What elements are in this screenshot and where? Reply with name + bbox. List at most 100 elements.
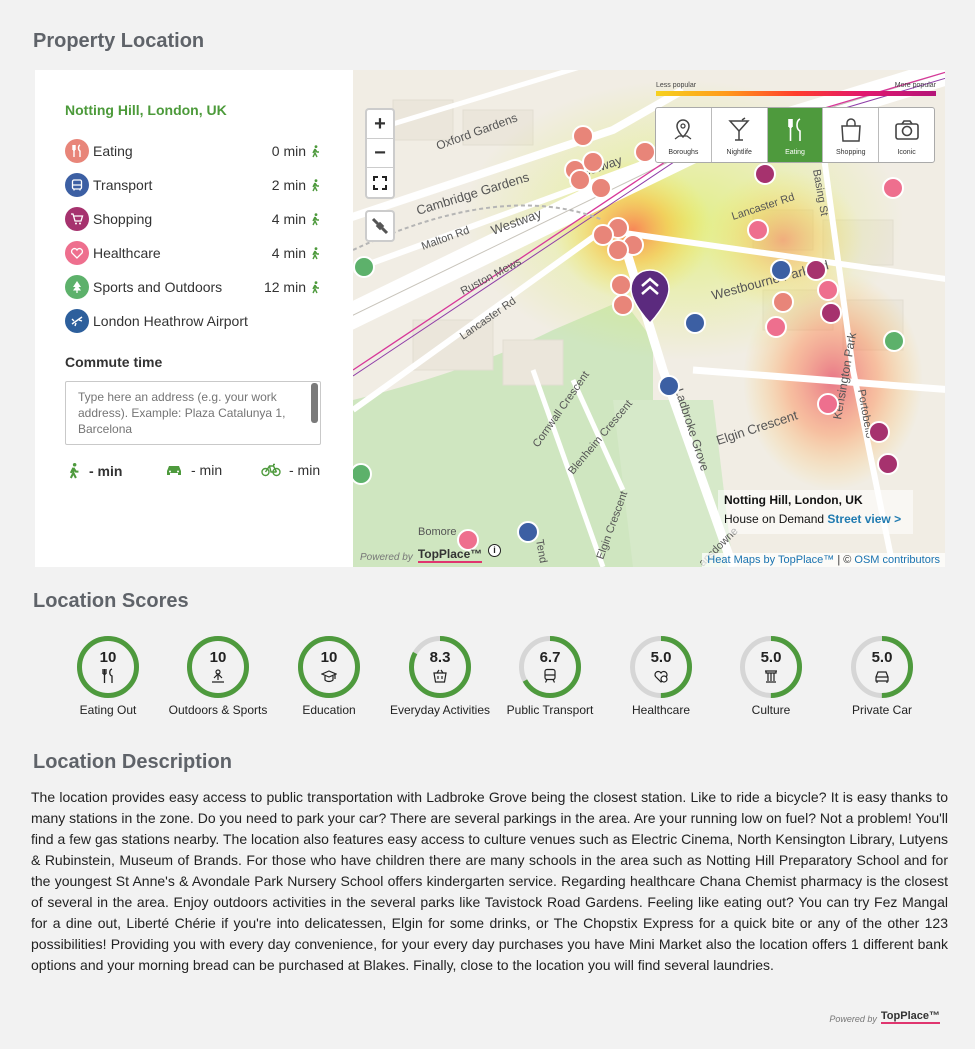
zoom-control: + − bbox=[365, 108, 395, 199]
heart-icon bbox=[65, 241, 89, 265]
score-culture: 5.0 Culture bbox=[715, 635, 827, 717]
cocktail-icon bbox=[728, 117, 750, 141]
legend-less-label: Less popular bbox=[656, 82, 697, 89]
category-nightlife[interactable]: Nightlife bbox=[712, 108, 768, 162]
score-value: 8.3 bbox=[429, 649, 451, 666]
commute-title: Commute time bbox=[65, 354, 163, 370]
heart-care-icon bbox=[654, 670, 668, 683]
map-pin-icon bbox=[675, 119, 692, 140]
bike-time: - min bbox=[289, 462, 321, 478]
amenity-label: Eating bbox=[93, 143, 133, 159]
amenity-label: Sports and Outdoors bbox=[93, 279, 223, 295]
shopping-cart-icon bbox=[65, 207, 89, 231]
street-label: Bomore bbox=[418, 526, 457, 538]
score-list: 10 Eating Out 10 Outdoors & Sports 10 Ed… bbox=[52, 635, 939, 720]
score-ring bbox=[630, 636, 692, 698]
category-shopping[interactable]: Shopping bbox=[823, 108, 880, 162]
amenity-healthcare: Healthcare 4 min bbox=[65, 236, 321, 270]
category-iconic[interactable]: Iconic bbox=[879, 108, 934, 162]
fork-knife-icon bbox=[788, 118, 801, 141]
osm-link[interactable]: OSM contributors bbox=[854, 554, 940, 566]
score-value: 10 bbox=[209, 649, 227, 666]
map-info-desc: House on Demand Street view > bbox=[724, 512, 902, 526]
car-time: - min bbox=[191, 462, 223, 478]
satellite-button[interactable] bbox=[365, 210, 395, 242]
amenity-time: 0 min bbox=[272, 143, 321, 159]
score-everyday: 8.3 Everyday Activities bbox=[384, 635, 496, 717]
score-value: 5.0 bbox=[871, 649, 893, 666]
amenity-time: 12 min bbox=[264, 279, 321, 295]
bus-icon bbox=[65, 173, 89, 197]
walk-time: - min bbox=[89, 463, 123, 479]
amenity-sports: Sports and Outdoors 12 min bbox=[65, 270, 321, 304]
score-label: Education bbox=[302, 703, 356, 717]
score-education: 10 Education bbox=[273, 635, 385, 717]
location-description: The location provides easy access to pub… bbox=[31, 789, 948, 973]
location-description-title: Location Description bbox=[33, 751, 232, 773]
shopping-bag-icon bbox=[840, 118, 861, 142]
heatmap-category-bar: Boroughs Nightlife Eating Shopping Iconi… bbox=[655, 107, 935, 163]
category-boroughs[interactable]: Boroughs bbox=[656, 108, 712, 162]
walk-icon bbox=[69, 462, 79, 479]
score-ring bbox=[187, 636, 249, 698]
amenity-time: 2 min bbox=[272, 177, 321, 193]
legend-gradient bbox=[656, 91, 936, 96]
fork-knife-icon bbox=[65, 139, 89, 163]
amenity-transport: Transport 2 min bbox=[65, 168, 321, 202]
score-label: Everyday Activities bbox=[389, 703, 491, 717]
info-icon[interactable]: i bbox=[488, 544, 501, 557]
score-outdoors: 10 Outdoors & Sports bbox=[162, 635, 274, 717]
score-value: 5.0 bbox=[650, 649, 672, 666]
legend-more-label: More popular bbox=[894, 82, 936, 89]
walk-icon bbox=[312, 212, 319, 225]
amenity-label: Transport bbox=[93, 177, 153, 193]
location-scores-title: Location Scores bbox=[33, 590, 189, 612]
category-eating[interactable]: Eating bbox=[767, 108, 824, 162]
amenity-airport: London Heathrow Airport bbox=[65, 304, 321, 338]
map-attribution: Heat Maps by TopPlace™ | © OSM contribut… bbox=[702, 553, 945, 567]
location-panel: Notting Hill, London, UK Eating 0 min Tr… bbox=[35, 70, 353, 567]
textarea-scrollbar[interactable] bbox=[311, 383, 318, 423]
bike-icon bbox=[261, 463, 281, 477]
score-label: Culture bbox=[751, 703, 791, 717]
score-ring bbox=[298, 636, 360, 698]
street-view-link[interactable]: Street view > bbox=[827, 512, 901, 526]
walk-icon bbox=[312, 280, 319, 293]
topplace-logo: TopPlace™ bbox=[417, 547, 483, 563]
walk-icon bbox=[312, 144, 319, 157]
amenity-time: 4 min bbox=[272, 211, 321, 227]
commute-address-input[interactable] bbox=[65, 381, 321, 445]
score-label: Outdoors & Sports bbox=[168, 703, 268, 717]
car-mode[interactable]: - min bbox=[165, 462, 222, 478]
amenity-eating: Eating 0 min bbox=[65, 134, 321, 168]
camera-icon bbox=[894, 120, 919, 140]
score-ring bbox=[519, 636, 581, 698]
score-public-transport: 6.7 Public Transport bbox=[494, 635, 606, 717]
bike-mode[interactable]: - min bbox=[261, 462, 320, 478]
score-label: Public Transport bbox=[506, 703, 594, 717]
heatmaps-link[interactable]: Heat Maps by TopPlace™ bbox=[707, 554, 834, 566]
person-outdoor-icon bbox=[212, 669, 224, 683]
score-value: 6.7 bbox=[539, 649, 561, 666]
score-ring bbox=[77, 636, 139, 698]
walk-icon bbox=[312, 178, 319, 191]
zoom-in-button[interactable]: + bbox=[367, 110, 393, 139]
train-icon bbox=[544, 668, 556, 683]
zoom-out-button[interactable]: − bbox=[367, 139, 393, 168]
score-ring bbox=[851, 636, 913, 698]
score-value: 10 bbox=[320, 649, 338, 666]
score-healthcare: 5.0 Healthcare bbox=[605, 635, 717, 717]
score-label: Healthcare bbox=[631, 703, 691, 717]
fullscreen-button[interactable] bbox=[367, 168, 393, 197]
column-icon bbox=[765, 670, 777, 683]
score-label: Private Car bbox=[851, 703, 913, 717]
fork-knife-icon bbox=[102, 668, 113, 683]
property-location-title: Property Location bbox=[33, 30, 205, 52]
car-icon bbox=[167, 466, 181, 475]
score-value: 5.0 bbox=[760, 649, 782, 666]
walk-mode[interactable]: - min bbox=[67, 462, 122, 480]
score-ring bbox=[409, 636, 471, 698]
heat-map[interactable]: Oxford Gardens Cambridge Gardens Westway… bbox=[353, 70, 945, 567]
topplace-logo: TopPlace™ bbox=[880, 1010, 940, 1024]
graduation-cap-icon bbox=[321, 670, 337, 683]
